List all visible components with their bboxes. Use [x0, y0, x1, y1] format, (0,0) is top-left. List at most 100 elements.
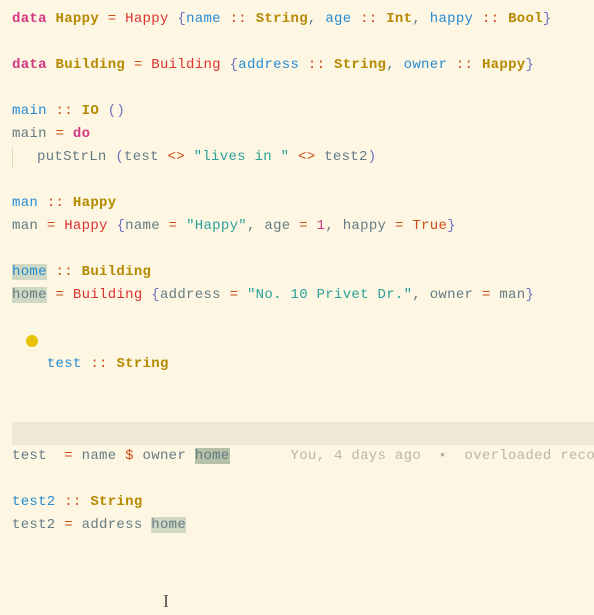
field-happy: happy [430, 11, 474, 27]
fn-address: address [82, 517, 143, 533]
comma: , [247, 218, 256, 234]
type-bool: Bool [508, 11, 543, 27]
string-literal: "Happy" [186, 218, 247, 234]
fn-man-def: man [12, 218, 38, 234]
lightbulb-icon[interactable] [26, 335, 38, 347]
blank-line[interactable] [12, 307, 594, 330]
constructor-happy: Happy [64, 218, 108, 234]
type-string: String [90, 494, 142, 510]
field-owner: owner [404, 57, 448, 73]
equals-op: = [299, 218, 308, 234]
keyword-do: do [73, 126, 90, 142]
open-brace: { [151, 287, 160, 303]
field-age: age [264, 218, 290, 234]
code-line[interactable]: data Building = Building {address :: Str… [12, 54, 594, 77]
field-age: age [325, 11, 351, 27]
concat-op: <> [298, 149, 315, 165]
comma: , [308, 11, 317, 27]
open-brace: { [177, 11, 186, 27]
type-io: IO [82, 103, 99, 119]
code-line[interactable]: man = Happy {name = "Happy", age = 1, ha… [12, 215, 594, 238]
close-brace: } [543, 11, 552, 27]
constructor-happy: Happy [125, 11, 169, 27]
blank-line[interactable] [12, 468, 594, 491]
double-colon-op: :: [308, 57, 325, 73]
var-test: test [124, 149, 159, 165]
text-cursor-icon: I [163, 590, 169, 613]
equals-op: = [64, 448, 73, 464]
var-home: home [195, 448, 230, 464]
double-colon-op: :: [47, 195, 64, 211]
fn-test: test [47, 356, 82, 372]
code-line[interactable]: man :: Happy [12, 192, 594, 215]
git-blame-annotation [230, 448, 291, 464]
string-literal: "No. 10 Privet Dr." [247, 287, 412, 303]
double-colon-op: :: [482, 11, 499, 27]
type-int: Int [386, 11, 412, 27]
fn-test2: test2 [12, 494, 56, 510]
double-colon-op: :: [230, 11, 247, 27]
var-home: home [151, 517, 186, 533]
equals-op: = [56, 126, 65, 142]
type-building: Building [82, 264, 152, 280]
indent-guide [12, 146, 13, 169]
type-building: Building [56, 57, 126, 73]
var-man: man [499, 287, 525, 303]
double-colon-op: :: [56, 264, 73, 280]
blank-line[interactable] [12, 31, 594, 54]
close-brace: } [525, 57, 534, 73]
fn-home: home [12, 264, 47, 280]
field-address: address [238, 57, 299, 73]
unit-type: () [108, 103, 125, 119]
type-string: String [256, 11, 308, 27]
blank-line[interactable] [12, 169, 594, 192]
code-line-current[interactable]: test = name $ owner home You, 4 days ago… [12, 376, 594, 468]
current-line-highlight [12, 422, 594, 445]
double-colon-op: :: [56, 103, 73, 119]
type-happy: Happy [482, 57, 526, 73]
git-blame-text: You, 4 days ago • overloaded record [291, 448, 594, 464]
code-line[interactable]: main = do [12, 123, 594, 146]
keyword-data: data [12, 57, 47, 73]
fn-main-def: main [12, 126, 47, 142]
double-colon-op: :: [90, 356, 107, 372]
fn-putstrln: putStrLn [37, 149, 107, 165]
type-happy: Happy [73, 195, 117, 211]
blank-line[interactable] [12, 238, 594, 261]
type-string: String [334, 57, 386, 73]
constructor-building: Building [151, 57, 221, 73]
comma: , [412, 11, 421, 27]
fn-name: name [82, 448, 117, 464]
code-line[interactable]: home = Building {address = "No. 10 Prive… [12, 284, 594, 307]
code-editor[interactable]: data Happy = Happy {name :: String, age … [0, 0, 594, 537]
equals-op: = [169, 218, 178, 234]
comma: , [386, 57, 395, 73]
string-literal: "lives in " [194, 149, 290, 165]
open-paren: ( [115, 149, 124, 165]
code-line[interactable]: test2 :: String [12, 491, 594, 514]
close-brace: } [525, 287, 534, 303]
bool-true: True [412, 218, 447, 234]
code-line[interactable]: test2 = address home [12, 514, 594, 537]
fn-main: main [12, 103, 47, 119]
equals-op: = [134, 57, 143, 73]
equals-op: = [64, 517, 73, 533]
code-line[interactable]: test :: String [12, 330, 594, 376]
code-line[interactable]: data Happy = Happy {name :: String, age … [12, 8, 594, 31]
double-colon-op: :: [360, 11, 377, 27]
fn-test2-def: test2 [12, 517, 56, 533]
code-line[interactable]: putStrLn (test <> "lives in " <> test2) [12, 146, 594, 169]
type-happy: Happy [56, 11, 100, 27]
code-line[interactable]: home :: Building [12, 261, 594, 284]
equals-op: = [230, 287, 239, 303]
double-colon-op: :: [456, 57, 473, 73]
code-line[interactable]: main :: IO () [12, 100, 594, 123]
fn-test-def: test [12, 448, 47, 464]
field-name: name [125, 218, 160, 234]
number-literal: 1 [317, 218, 326, 234]
blank-line[interactable] [12, 77, 594, 100]
equals-op: = [56, 287, 65, 303]
fn-owner: owner [143, 448, 187, 464]
concat-op: <> [168, 149, 185, 165]
dollar-op: $ [125, 448, 134, 464]
